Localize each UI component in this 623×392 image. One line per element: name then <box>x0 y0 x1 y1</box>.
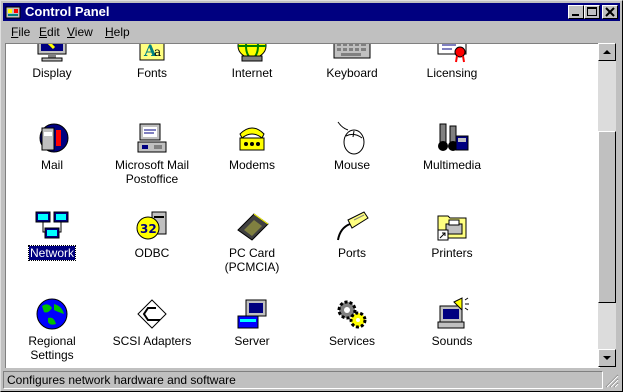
title-bar[interactable]: Control Panel <box>3 3 620 21</box>
mouse-icon <box>337 121 365 155</box>
control-panel-item-pc-card[interactable]: PC Card (PCMCIA) <box>202 208 302 274</box>
control-panel-icon <box>5 6 21 19</box>
control-panel-item-sounds[interactable]: Sounds <box>402 296 502 348</box>
pc-card-icon <box>237 213 269 241</box>
close-icon <box>605 7 615 17</box>
control-panel-item-odbc[interactable]: 32 ODBC <box>102 208 202 260</box>
fonts-icon: A a <box>139 44 165 61</box>
printers-folder-icon <box>437 215 467 241</box>
control-panel-item-microsoft-mail-postoffice[interactable]: Microsoft Mail Postoffice <box>102 120 202 186</box>
minimize-icon <box>572 14 579 16</box>
control-panel-item-display[interactable]: Display <box>6 44 102 80</box>
arrow-down-icon <box>603 356 611 360</box>
network-icon <box>35 211 69 239</box>
maximize-button[interactable] <box>584 5 600 19</box>
minimize-button[interactable] <box>568 5 584 19</box>
scroll-down-button[interactable] <box>598 349 616 367</box>
menu-bar: File Edit View Help <box>3 23 620 41</box>
keyboard-icon <box>333 44 371 59</box>
control-panel-item-network[interactable]: Network <box>6 208 102 261</box>
menu-view[interactable]: View <box>67 25 93 39</box>
control-panel-item-services[interactable]: Services <box>302 296 402 348</box>
modem-icon <box>239 127 265 151</box>
menu-file[interactable]: File <box>11 25 30 39</box>
close-button[interactable] <box>602 5 618 19</box>
postoffice-icon <box>137 123 167 153</box>
control-panel-item-server[interactable]: Server <box>202 296 302 348</box>
control-panel-item-modems[interactable]: Modems <box>202 120 302 172</box>
menu-help[interactable]: Help <box>105 25 130 39</box>
icon-view[interactable]: Display A a Fonts Internet Keyboard Lice… <box>5 43 600 368</box>
svg-text:32: 32 <box>140 222 157 236</box>
mail-icon <box>39 123 69 153</box>
server-icon <box>237 299 267 329</box>
control-panel-item-mouse[interactable]: Mouse <box>302 120 402 172</box>
status-bar: Configures network hardware and software <box>3 370 620 390</box>
gears-icon <box>337 300 367 329</box>
control-panel-item-ports[interactable]: Ports <box>302 208 402 260</box>
control-panel-item-mail[interactable]: Mail <box>6 120 102 172</box>
arrow-up-icon <box>603 50 611 54</box>
scroll-up-button[interactable] <box>598 43 616 61</box>
control-panel-item-keyboard[interactable]: Keyboard <box>302 44 402 80</box>
svg-text:a: a <box>154 45 161 59</box>
control-panel-item-printers[interactable]: Printers <box>402 208 502 260</box>
scsi-icon <box>137 299 167 329</box>
globe-icon <box>36 298 68 330</box>
window-title: Control Panel <box>25 4 110 19</box>
control-panel-item-multimedia[interactable]: Multimedia <box>402 120 502 172</box>
control-panel-item-scsi-adapters[interactable]: SCSI Adapters <box>102 296 202 348</box>
control-panel-item-internet[interactable]: Internet <box>202 44 302 80</box>
display-icon <box>37 44 67 62</box>
status-text: Configures network hardware and software <box>3 371 603 389</box>
internet-icon <box>237 44 267 62</box>
maximize-icon <box>587 7 597 16</box>
ports-icon <box>337 211 369 241</box>
control-panel-item-licensing[interactable]: Licensing <box>402 44 502 80</box>
multimedia-icon <box>438 123 469 151</box>
sound-icon <box>437 297 469 329</box>
control-panel-item-fonts[interactable]: A a Fonts <box>102 44 202 80</box>
odbc-icon: 32 <box>136 211 167 240</box>
control-panel-item-regional-settings[interactable]: Regional Settings <box>6 296 102 362</box>
menu-edit[interactable]: Edit <box>39 25 60 39</box>
resize-grip-icon[interactable] <box>605 374 619 388</box>
vertical-scrollbar[interactable] <box>598 43 616 367</box>
control-panel-window: Control Panel File Edit View Help Displa… <box>0 0 623 392</box>
scrollbar-thumb[interactable] <box>598 131 616 303</box>
licensing-icon <box>437 44 467 63</box>
